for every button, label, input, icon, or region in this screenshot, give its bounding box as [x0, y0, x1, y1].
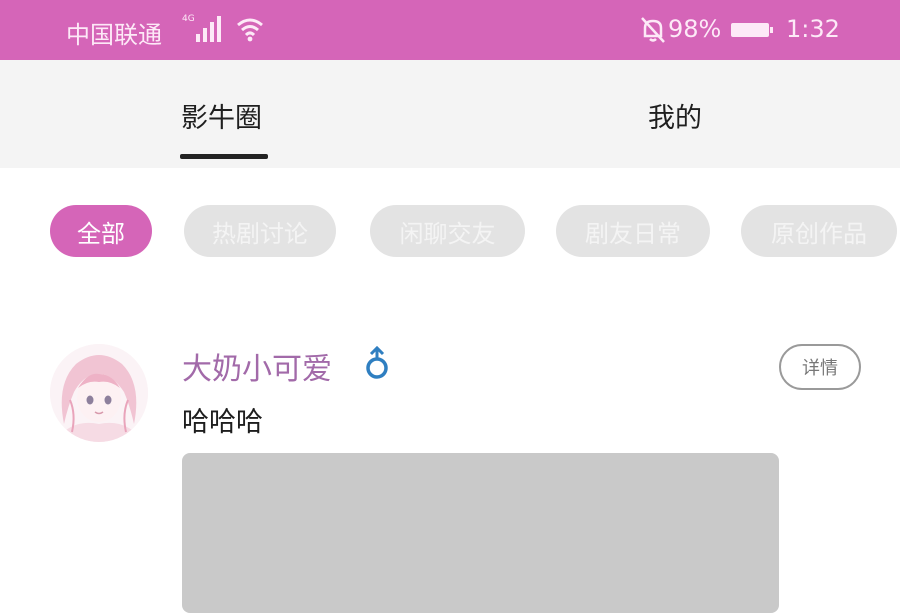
post-text: 哈哈哈 [182, 407, 263, 438]
post-username[interactable]: 大奶小可爱 [182, 344, 332, 388]
avatar-image [50, 344, 148, 442]
mute-icon [641, 17, 665, 43]
category-filter-bar: 全部 热剧讨论 闲聊交友 剧友日常 原创作品 [0, 205, 900, 261]
tab-header: 影牛圈 我的 [0, 60, 900, 168]
wifi-icon [237, 18, 263, 42]
post-card: 大奶小可爱 详情 哈哈哈 [0, 320, 900, 613]
clock: 1:32 [786, 15, 840, 43]
avatar[interactable] [50, 344, 148, 442]
post-detail-button[interactable]: 详情 [779, 344, 861, 390]
tab-movie-circle[interactable]: 影牛圈 [181, 96, 262, 135]
battery-icon [731, 23, 773, 37]
network-type: 4G [182, 14, 195, 24]
category-chip-daily[interactable]: 剧友日常 [556, 205, 710, 257]
category-chip-all[interactable]: 全部 [50, 205, 152, 257]
category-chip-chat[interactable]: 闲聊交友 [370, 205, 525, 257]
post-image-placeholder[interactable] [182, 453, 779, 613]
male-icon [366, 346, 388, 379]
signal-icon [196, 16, 221, 42]
carrier-name: 中国联通 [66, 21, 162, 49]
battery-percentage: 98% [668, 15, 722, 43]
active-tab-indicator [180, 154, 268, 159]
category-chip-hot-drama[interactable]: 热剧讨论 [184, 205, 336, 257]
tab-mine[interactable]: 我的 [648, 96, 702, 135]
status-bar: 中国联通 4G 98% 1:32 [0, 0, 900, 60]
category-chip-original[interactable]: 原创作品 [741, 205, 897, 257]
